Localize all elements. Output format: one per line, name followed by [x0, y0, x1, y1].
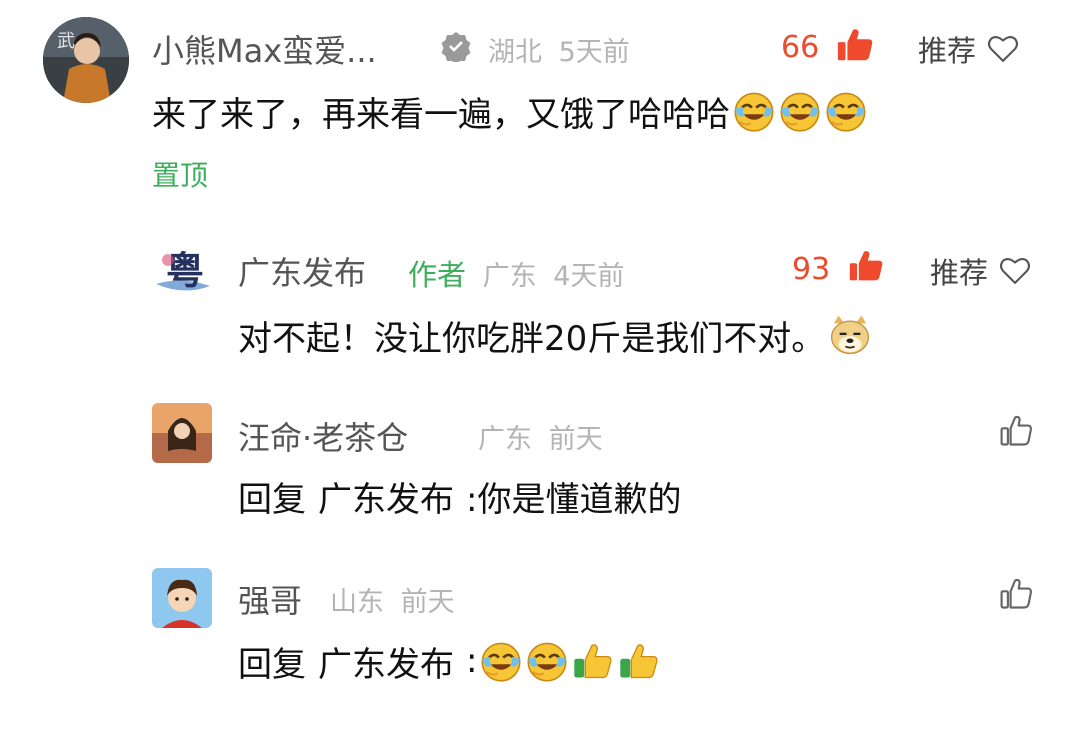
comment-item: 武 小熊Max蛮爱... 湖北 5天前 66 推荐 来了来了，再来看一遍，又饿了… [0, 0, 1080, 200]
reply-author-name[interactable]: 强哥 [238, 576, 302, 622]
reply-item: 汪命·老茶仓 广东 前天 回复 广东发布 :你是懂道歉的 [0, 395, 1080, 545]
like-icon[interactable] [848, 248, 884, 284]
reply-meta: 广东 前天 [478, 417, 603, 456]
reply-location: 广东 [482, 261, 537, 292]
reply-to-name[interactable]: 广东发布 [318, 472, 454, 521]
svg-text:粤: 粤 [166, 248, 204, 293]
like-button-icon[interactable] [998, 576, 1034, 612]
avatar-logo: 粤 [150, 240, 216, 306]
reply-text: 对不起！没让你吃胖20斤是我们不对。 [238, 312, 873, 359]
thumbs-up-emoji [571, 639, 615, 683]
avatar[interactable]: 粤 [150, 240, 216, 306]
reply-time: 4天前 [553, 261, 625, 292]
comment-author-name[interactable]: 小熊Max蛮爱... [152, 26, 377, 72]
doge-emoji [827, 312, 873, 358]
reply-meta: 作者 广东 4天前 [408, 252, 624, 294]
reply-meta: 山东 前天 [330, 580, 455, 619]
reply-location: 广东 [478, 424, 532, 455]
avatar-image [152, 403, 212, 463]
reply-location: 山东 [330, 587, 384, 618]
recommend-label: 推荐 [918, 34, 977, 68]
reply-to-name[interactable]: 广东发布 [318, 637, 454, 686]
like-count: 66 [781, 30, 820, 65]
avatar-image [152, 568, 212, 628]
reply-item: 强哥 山东 前天 回复 广东发布 : [0, 560, 1080, 720]
avatar[interactable] [152, 403, 212, 463]
laugh-cry-emoji [824, 89, 868, 133]
comment-location: 湖北 [488, 37, 542, 68]
reply-author-name[interactable]: 广东发布 [238, 248, 366, 294]
author-badge: 作者 [408, 258, 467, 292]
heart-icon [986, 32, 1020, 66]
recommend-label: 推荐 [930, 256, 989, 290]
like-icon[interactable] [836, 26, 874, 64]
laugh-cry-emoji [525, 639, 569, 683]
comment-time: 5天前 [558, 37, 630, 68]
reply-time: 前天 [548, 424, 603, 455]
avatar-image: 武 [43, 17, 129, 103]
pinned-label: 置顶 [152, 159, 209, 192]
avatar[interactable]: 武 [43, 17, 129, 103]
verified-badge-icon [440, 30, 472, 64]
like-count: 93 [792, 252, 831, 287]
reply-item: 粤 广东发布 作者 广东 4天前 93 推荐 对不起！没让你吃胖20斤是我们不对… [0, 230, 1080, 390]
recommend-button[interactable]: 推荐 [918, 28, 1020, 70]
laugh-cry-emoji [479, 639, 523, 683]
heart-icon [998, 254, 1032, 288]
reply-text: 回复 广东发布 : [238, 637, 661, 686]
reply-time: 前天 [400, 587, 455, 618]
reply-prefix: 回复 [238, 479, 306, 520]
recommend-button[interactable]: 推荐 [930, 250, 1032, 292]
comment-text: 来了来了，再来看一遍，又饿了哈哈哈 [152, 88, 868, 135]
laugh-cry-emoji [778, 89, 822, 133]
like-button-icon[interactable] [998, 413, 1034, 449]
reply-prefix: 回复 [238, 644, 306, 685]
svg-text:武: 武 [57, 31, 75, 52]
comment-meta: 湖北 5天前 [488, 30, 630, 69]
reply-text: 回复 广东发布 :你是懂道歉的 [238, 472, 681, 521]
reply-author-name[interactable]: 汪命·老茶仓 [238, 413, 408, 459]
laugh-cry-emoji [732, 89, 776, 133]
avatar[interactable] [152, 568, 212, 628]
thumbs-up-emoji [617, 639, 661, 683]
